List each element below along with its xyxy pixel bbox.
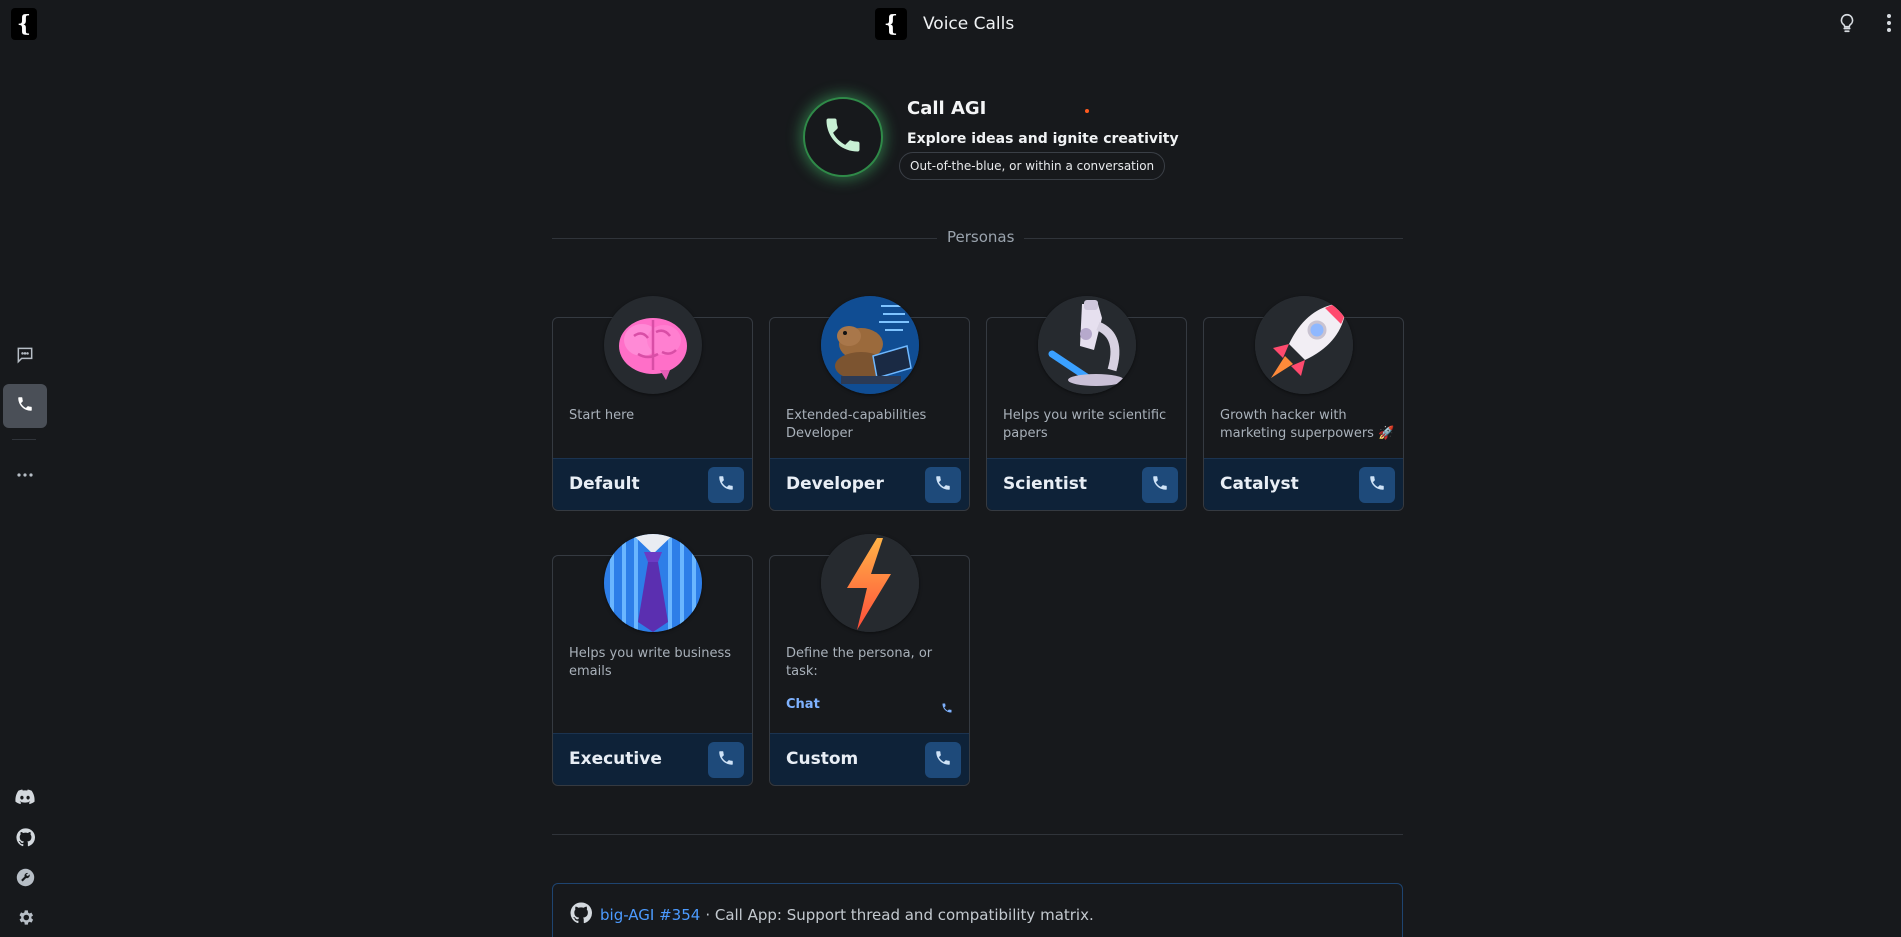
phone-icon xyxy=(1368,474,1386,496)
persona-name: Scientist xyxy=(1003,474,1087,494)
sidebar-item-more[interactable] xyxy=(3,449,47,493)
call-executive-button[interactable] xyxy=(708,742,744,778)
voice-calls-app: { { Voice Calls Call AGI Explore ideas a… xyxy=(0,0,1901,937)
issue-text: · Call App: Support thread and compatibi… xyxy=(705,906,1094,924)
phone-icon[interactable] xyxy=(941,699,953,718)
phone-icon xyxy=(717,749,735,771)
phone-icon xyxy=(16,395,34,417)
custom-chat-link[interactable]: Chat xyxy=(786,697,820,712)
avatar-capybara-developer xyxy=(821,296,919,394)
bottom-divider xyxy=(552,834,1403,835)
persona-card-executive[interactable]: Helps you write business emails Executiv… xyxy=(552,534,753,786)
more-horizontal-icon xyxy=(17,462,33,481)
persona-card-default[interactable]: Start here Default xyxy=(552,296,753,511)
page-header: { Voice Calls xyxy=(875,8,1014,40)
gear-icon xyxy=(16,908,35,931)
persona-description: Extended-capabilities Developer xyxy=(786,408,927,441)
persona-description: Start here xyxy=(569,408,635,423)
persona-footer: Default xyxy=(553,458,752,510)
chat-bubble-icon xyxy=(15,345,35,369)
call-custom-button[interactable] xyxy=(925,742,961,778)
menu-logo-button[interactable]: { xyxy=(11,8,37,40)
call-catalyst-button[interactable] xyxy=(1359,467,1395,503)
sidebar-divider xyxy=(12,439,36,440)
sidebar-item-chat[interactable] xyxy=(3,335,47,379)
page-title: Voice Calls xyxy=(923,14,1015,34)
wrench-icon xyxy=(16,868,35,891)
phone-icon xyxy=(717,474,735,496)
hero-title: Call AGI xyxy=(907,98,987,119)
notice-row: big-AGI #354 · Call App: Support thread … xyxy=(570,902,1094,928)
avatar-necktie xyxy=(604,534,702,632)
sidebar-github[interactable] xyxy=(3,817,47,861)
persona-card-catalyst[interactable]: Growth hacker with marketing superpowers… xyxy=(1203,296,1404,511)
call-default-button[interactable] xyxy=(708,467,744,503)
call-scientist-button[interactable] xyxy=(1142,467,1178,503)
hero-subtitle: Explore ideas and ignite creativity xyxy=(907,131,1179,147)
persona-description: Growth hacker with marketing superpowers… xyxy=(1220,408,1395,441)
persona-footer: Developer xyxy=(770,458,969,510)
persona-description: Define the persona, or task: xyxy=(786,646,933,679)
persona-footer: Catalyst xyxy=(1204,458,1403,510)
persona-footer: Custom xyxy=(770,733,969,785)
status-dot xyxy=(1085,109,1089,113)
persona-description: Helps you write business emails xyxy=(569,646,732,679)
discord-icon xyxy=(15,789,35,809)
avatar-microscope xyxy=(1038,296,1136,394)
persona-footer: Scientist xyxy=(987,458,1186,510)
github-icon xyxy=(570,902,592,928)
sidebar-settings[interactable] xyxy=(3,897,47,937)
phone-icon xyxy=(821,113,865,161)
persona-name: Developer xyxy=(786,474,884,494)
top-bar: { { Voice Calls xyxy=(0,0,1901,48)
persona-name: Custom xyxy=(786,749,859,769)
persona-footer: Executive xyxy=(553,733,752,785)
call-developer-button[interactable] xyxy=(925,467,961,503)
avatar-brain xyxy=(604,296,702,394)
support-thread-notice: big-AGI #354 · Call App: Support thread … xyxy=(552,883,1403,937)
persona-description: Helps you write scientific papers xyxy=(1003,408,1167,441)
avatar-rocket xyxy=(1255,296,1353,394)
call-agi-button[interactable] xyxy=(803,97,883,177)
issue-link[interactable]: big-AGI #354 xyxy=(600,906,700,924)
avatar-lightning xyxy=(821,534,919,632)
persona-card-developer[interactable]: Extended-capabilities Developer Develope… xyxy=(769,296,970,511)
sidebar-tools[interactable] xyxy=(3,857,47,901)
phone-icon xyxy=(934,749,952,771)
lightbulb-icon[interactable] xyxy=(1836,12,1858,38)
github-icon xyxy=(15,827,35,851)
app-logo: { xyxy=(875,8,907,40)
sidebar-discord[interactable] xyxy=(3,777,47,821)
hero-chip[interactable]: Out-of-the-blue, or within a conversatio… xyxy=(899,152,1166,180)
persona-name: Default xyxy=(569,474,640,494)
more-vertical-icon[interactable] xyxy=(1886,12,1892,38)
logo-glyph: { xyxy=(16,11,32,37)
persona-card-custom[interactable]: Define the persona, or task: Chat Custom xyxy=(769,534,970,786)
persona-card-scientist[interactable]: Helps you write scientific papers Scient… xyxy=(986,296,1187,511)
logo-glyph: { xyxy=(883,11,899,37)
persona-name: Catalyst xyxy=(1220,474,1299,494)
personas-label: Personas xyxy=(937,228,1025,246)
phone-icon xyxy=(934,474,952,496)
persona-name: Executive xyxy=(569,749,662,769)
phone-icon xyxy=(1151,474,1169,496)
sidebar-item-call[interactable] xyxy=(3,384,47,428)
